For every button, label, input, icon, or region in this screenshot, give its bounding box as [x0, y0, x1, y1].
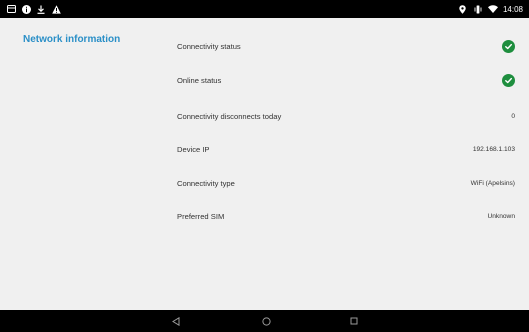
- recents-icon: [350, 317, 358, 325]
- notification-icon: [6, 4, 16, 14]
- back-button[interactable]: [165, 310, 187, 332]
- row-value: 192.168.1.103: [472, 145, 515, 153]
- row-label: Connectivity disconnects today: [177, 111, 282, 121]
- status-left-icons: [6, 4, 61, 14]
- back-icon: [172, 316, 180, 326]
- download-icon: [36, 4, 46, 14]
- vibrate-icon: [473, 4, 483, 14]
- row-value: 0: [511, 112, 515, 120]
- location-icon: [458, 4, 468, 14]
- status-right-icons: 14:08: [458, 4, 523, 14]
- check-icon: [502, 39, 515, 53]
- recents-button[interactable]: [343, 310, 365, 332]
- sidebar: Network information: [0, 18, 145, 310]
- screen: 14:08 Network information Connectivity s…: [0, 0, 529, 332]
- sidebar-title-network-information[interactable]: Network information: [23, 34, 120, 45]
- list-item-preferred-sim: Preferred SIM Unknown: [177, 206, 515, 226]
- list-item-connectivity-disconnects: Connectivity disconnects today 0: [177, 106, 515, 126]
- row-label: Connectivity type: [177, 178, 235, 188]
- check-icon: [502, 73, 515, 87]
- home-button[interactable]: [255, 310, 277, 332]
- row-value: Unknown: [487, 212, 516, 220]
- wifi-icon: [487, 4, 498, 14]
- list-item-device-ip: Device IP 192.168.1.103: [177, 139, 515, 159]
- row-label: Preferred SIM: [177, 211, 225, 221]
- row-label: Device IP: [177, 144, 210, 154]
- info-icon: [21, 4, 31, 14]
- row-label: Online status: [177, 75, 222, 85]
- network-info-list: Connectivity status Online status Connec…: [145, 18, 529, 310]
- list-item-connectivity-type: Connectivity type WiFi (Apelsins): [177, 173, 515, 193]
- status-bar: 14:08: [0, 0, 529, 18]
- warning-icon: [51, 4, 61, 14]
- row-value: WiFi (Apelsins): [470, 179, 515, 187]
- list-item-online-status: Online status: [177, 70, 515, 90]
- clock-time: 14:08: [502, 4, 523, 14]
- home-icon: [261, 316, 271, 326]
- navigation-bar: [0, 310, 529, 332]
- row-label: Connectivity status: [177, 41, 241, 51]
- list-item-connectivity-status: Connectivity status: [177, 36, 515, 56]
